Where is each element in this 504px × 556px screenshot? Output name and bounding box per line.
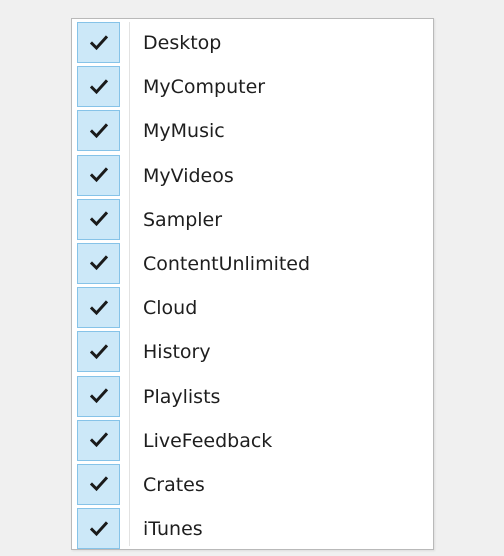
- check-indicator: [77, 110, 120, 152]
- checkmark-icon: [89, 34, 108, 50]
- menu-item-itunes[interactable]: iTunes: [72, 507, 433, 551]
- checkmark-icon: [89, 520, 108, 536]
- menu-item-label: MyMusic: [143, 120, 225, 143]
- menu-item-contentunlimited[interactable]: ContentUnlimited: [72, 242, 433, 286]
- checkmark-icon: [89, 211, 108, 227]
- menu-item-playlists[interactable]: Playlists: [72, 375, 433, 419]
- checkmark-icon: [89, 123, 108, 139]
- checkmark-icon: [89, 388, 108, 404]
- menu-item-label: iTunes: [143, 518, 203, 541]
- menu-item-label: MyVideos: [143, 164, 234, 187]
- checkmark-icon: [89, 344, 108, 359]
- check-indicator: [77, 287, 120, 329]
- menu-item-label: Crates: [143, 473, 205, 496]
- menu-item-label: Desktop: [143, 32, 222, 54]
- menu-item-label: Sampler: [143, 208, 223, 231]
- menu-item-label: LiveFeedback: [143, 429, 273, 452]
- checkmark-icon: [89, 300, 108, 315]
- context-menu: Desktop MyComputer MyMusic MyVideos Samp: [71, 18, 434, 550]
- check-indicator: [77, 198, 120, 240]
- menu-item-label: ContentUnlimited: [143, 252, 311, 275]
- menu-item-sampler[interactable]: Sampler: [72, 198, 433, 242]
- menu-item-mymusic[interactable]: MyMusic: [72, 109, 433, 153]
- checkmark-icon: [89, 255, 108, 271]
- menu-item-label: Playlists: [143, 385, 221, 408]
- menu-item-livefeedback[interactable]: LiveFeedback: [72, 419, 433, 463]
- menu-item-mycomputer[interactable]: MyComputer: [72, 65, 433, 109]
- menu-item-label: Cloud: [143, 297, 198, 320]
- menu-items: Desktop MyComputer MyMusic MyVideos Samp: [72, 21, 433, 551]
- check-indicator: [77, 22, 120, 63]
- menu-item-cloud[interactable]: Cloud: [72, 286, 433, 330]
- checkmark-icon: [89, 476, 108, 492]
- check-indicator: [77, 419, 120, 461]
- check-indicator: [77, 375, 120, 417]
- check-indicator: [77, 331, 120, 373]
- menu-item-myvideos[interactable]: MyVideos: [72, 154, 433, 198]
- checkmark-icon: [89, 432, 108, 448]
- checkmark-icon: [89, 79, 108, 94]
- check-indicator: [77, 463, 120, 505]
- menu-item-desktop[interactable]: Desktop: [72, 21, 433, 65]
- check-indicator: [77, 242, 120, 284]
- check-indicator: [77, 508, 120, 550]
- menu-item-crates[interactable]: Crates: [72, 463, 433, 507]
- check-indicator: [77, 154, 120, 196]
- checkmark-icon: [89, 167, 108, 183]
- menu-item-label: MyComputer: [143, 76, 266, 99]
- menu-item-label: History: [143, 341, 211, 364]
- check-indicator: [77, 66, 120, 108]
- menu-item-history[interactable]: History: [72, 330, 433, 374]
